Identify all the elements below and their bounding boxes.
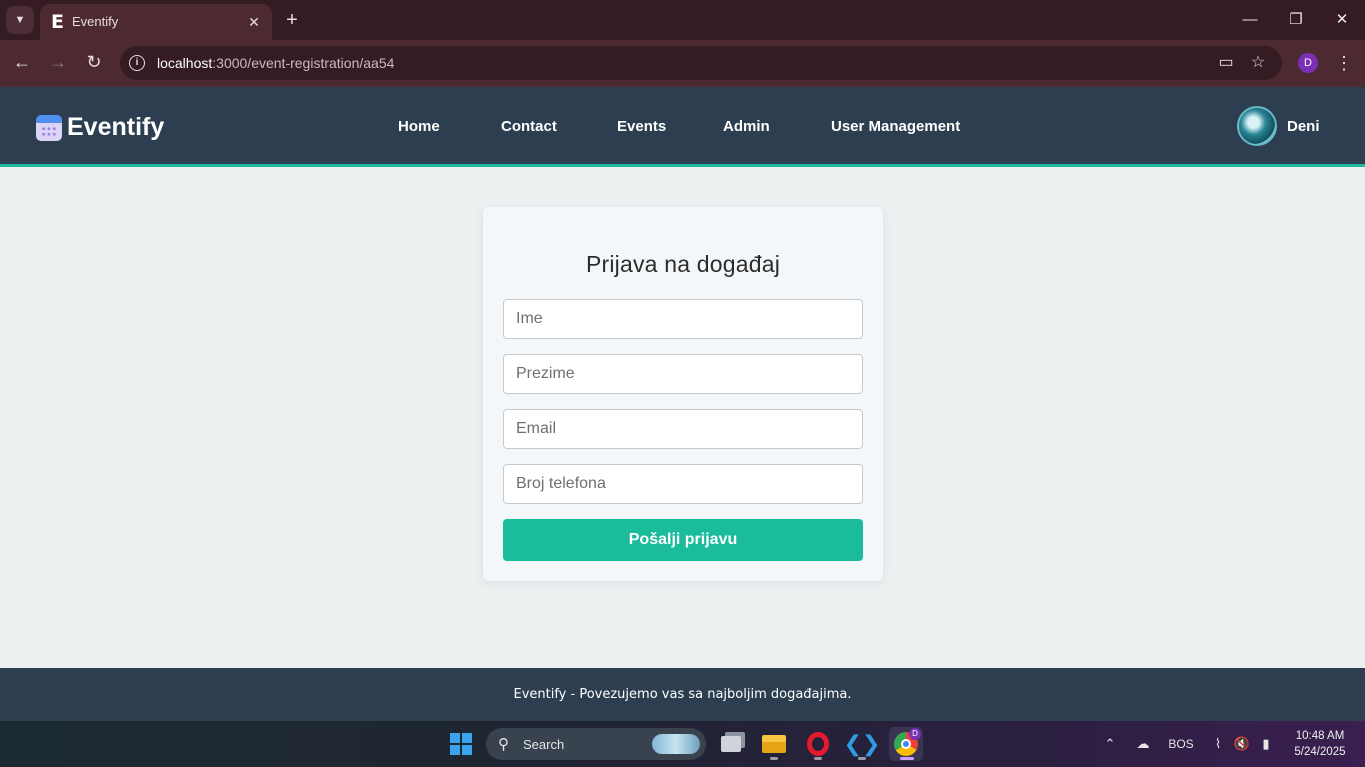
wifi-icon[interactable]: ⌇	[1208, 721, 1228, 767]
site-footer: Eventify - Povezujemo vas sa najboljim d…	[0, 668, 1365, 721]
site-logo[interactable]: Eventify	[36, 113, 164, 142]
battery-icon[interactable]: ▮	[1256, 721, 1276, 767]
install-app-icon[interactable]: ▭	[1216, 53, 1236, 73]
url-text: localhost:3000/event-registration/aa54	[157, 55, 395, 71]
tab-search-button[interactable]: ▼	[6, 6, 34, 34]
avatar	[1237, 106, 1277, 146]
submit-registration-button[interactable]: Pošalji prijavu	[503, 519, 863, 561]
windows-start-icon[interactable]	[450, 733, 472, 755]
vscode-icon: ❮❯	[843, 731, 881, 757]
form-title: Prijava na događaj	[585, 251, 781, 277]
nav-user-management[interactable]: User Management	[831, 118, 960, 135]
email-input[interactable]	[503, 409, 863, 449]
folder-icon	[762, 735, 786, 753]
running-indicator	[858, 757, 866, 760]
active-indicator	[900, 757, 914, 760]
taskbar-search[interactable]: ⚲ Search	[486, 728, 706, 760]
browser-tab[interactable]: E Eventify ✕	[40, 4, 272, 40]
language-indicator[interactable]: BOS	[1166, 721, 1196, 767]
task-view-button[interactable]	[714, 727, 748, 761]
phone-input[interactable]	[503, 464, 863, 504]
clock-time: 10:48 AM	[1295, 730, 1345, 742]
minimize-icon[interactable]: —	[1230, 6, 1270, 34]
close-window-icon[interactable]: ✕	[1322, 6, 1362, 34]
search-highlight-image	[652, 734, 700, 754]
opera-button[interactable]	[801, 727, 835, 761]
browser-toolbar: ← → ↻ i localhost:3000/event-registratio…	[0, 40, 1365, 87]
running-indicator	[770, 757, 778, 760]
onedrive-offline-icon[interactable]: ☁	[1131, 721, 1155, 767]
back-icon[interactable]: ←	[9, 49, 35, 75]
registration-card: Prijava na događaj Pošalji prijavu	[483, 207, 883, 581]
site-info-icon[interactable]: i	[129, 55, 145, 71]
chrome-button[interactable]: D	[889, 727, 923, 761]
tab-favicon: E	[51, 11, 64, 33]
search-label: Search	[523, 737, 565, 752]
vscode-button[interactable]: ❮❯	[843, 727, 881, 761]
kebab-menu-icon[interactable]: ⋮	[1334, 50, 1354, 76]
nav-contact[interactable]: Contact	[501, 118, 557, 135]
nav-home[interactable]: Home	[398, 118, 440, 135]
logo-text: Eventify	[67, 113, 165, 141]
browser-tabbar: ▼ E Eventify ✕ + — ❐ ✕	[0, 0, 1365, 40]
chevron-up-icon[interactable]: ⌃	[1100, 721, 1120, 767]
first-name-input[interactable]	[503, 299, 863, 339]
nav-events[interactable]: Events	[617, 118, 666, 135]
bookmark-star-icon[interactable]: ☆	[1248, 53, 1268, 73]
chevron-down-icon: ▼	[14, 14, 26, 26]
file-explorer-button[interactable]	[757, 727, 791, 761]
volume-muted-icon[interactable]: 🔇	[1232, 721, 1252, 767]
chrome-profile-badge: D	[909, 728, 921, 740]
user-menu[interactable]: Deni	[1237, 106, 1320, 146]
forward-icon[interactable]: →	[45, 49, 71, 75]
tab-title: Eventify	[72, 14, 119, 29]
taskbar: ⚲ Search ❮❯ D ⌃ ☁ BOS ⌇ 🔇 ▮ 10:48 AM 5/2…	[0, 721, 1365, 767]
new-tab-icon[interactable]: +	[281, 7, 303, 33]
search-icon: ⚲	[498, 736, 509, 753]
restore-icon[interactable]: ❐	[1276, 6, 1316, 34]
last-name-input[interactable]	[503, 354, 863, 394]
opera-icon	[807, 732, 829, 756]
profile-avatar[interactable]: D	[1298, 53, 1318, 73]
close-icon[interactable]: ✕	[244, 12, 264, 32]
running-indicator	[814, 757, 822, 760]
reload-icon[interactable]: ↻	[81, 49, 107, 75]
username: Deni	[1287, 117, 1320, 135]
nav-admin[interactable]: Admin	[723, 118, 770, 135]
task-view-icon	[721, 736, 741, 752]
clock-date: 5/24/2025	[1294, 746, 1346, 758]
site-header: Eventify Home Contact Events Admin User …	[0, 87, 1365, 167]
address-bar[interactable]: i localhost:3000/event-registration/aa54…	[120, 46, 1282, 80]
calendar-icon	[36, 114, 62, 141]
system-clock[interactable]: 10:48 AM 5/24/2025	[1286, 728, 1354, 760]
footer-text: Eventify - Povezujemo vas sa najboljim d…	[513, 687, 852, 702]
